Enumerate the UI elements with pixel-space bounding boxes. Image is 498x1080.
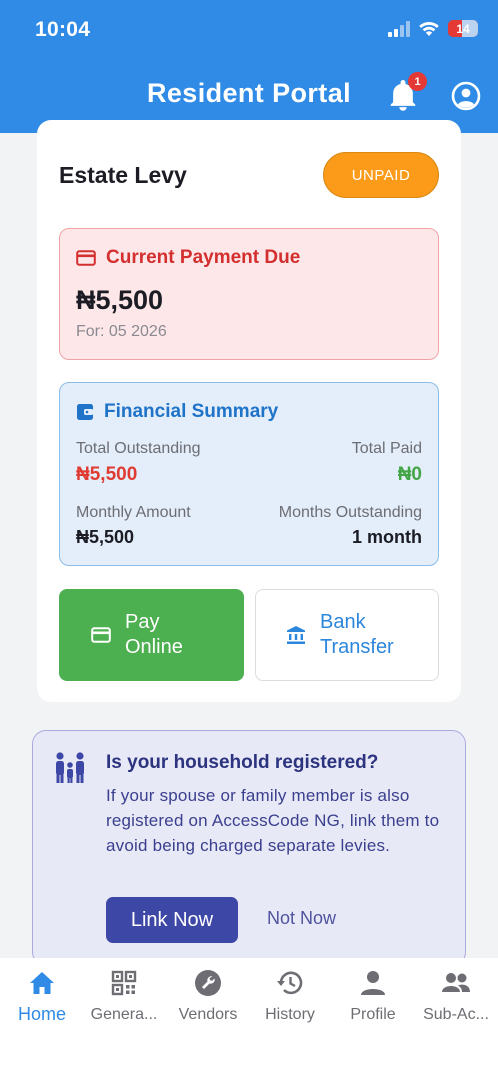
person-icon [361,971,385,995]
nav-label-history: History [265,1006,315,1023]
household-registration-card: Is your household registered? If your sp… [32,730,466,966]
household-title: Is your household registered? [106,752,379,773]
status-time: 10:04 [35,18,91,41]
status-icons: 14 [388,20,478,37]
levy-title: Estate Levy [59,162,187,188]
wallet-icon [77,404,93,420]
nav-item-generate[interactable]: Genera... [82,968,166,1024]
due-period-value: 05 2026 [108,323,167,340]
due-period-label: For: [76,323,109,340]
pay-online-label-line1: Pay [125,611,160,633]
financial-summary-box: Financial Summary Total Outstanding ₦5,5… [59,382,439,566]
estate-levy-card: Estate Levy UNPAID Current Payment Due ₦… [37,120,461,702]
group-icon [442,973,470,992]
status-bar: 10:04 14 [0,16,498,46]
nav-item-vendors[interactable]: Vendors [166,968,250,1024]
home-icon [30,972,54,994]
nav-label-profile: Profile [350,1006,396,1023]
battery-level: 14 [456,21,470,36]
app-header: 10:04 14 Resident Portal 1 [0,0,498,133]
total-paid-label: Total Paid [351,440,422,457]
pay-online-label-line2: Online [125,636,183,658]
nav-label-home: Home [17,1004,66,1024]
current-payment-due-heading: Current Payment Due [76,247,300,269]
nav-item-home[interactable]: Home [0,968,84,1025]
bank-transfer-button[interactable]: Bank Transfer [255,589,439,681]
notification-badge: 1 [408,72,427,91]
total-outstanding-value: ₦5,500 [76,464,138,485]
pay-online-button[interactable]: Pay Online [59,589,244,681]
nav-item-profile[interactable]: Profile [331,968,415,1024]
bottom-navigation: Home Genera... Vendors History Profile S… [0,958,498,1080]
battery-icon: 14 [448,20,478,37]
link-now-button[interactable]: Link Now [106,897,238,943]
account-circle-icon[interactable] [451,81,481,111]
bank-transfer-label-line2: Transfer [320,636,394,658]
credit-card-icon [76,250,96,266]
household-description: If your spouse or family member is also … [106,786,440,855]
signal-icon [388,20,410,37]
nav-item-history[interactable]: History [248,968,332,1024]
due-amount: ₦5,500 [76,285,164,315]
status-badge: UNPAID [323,152,439,198]
total-outstanding-label: Total Outstanding [76,440,201,457]
nav-item-sub-accounts[interactable]: Sub-Ac... [414,968,498,1024]
total-paid-value: ₦0 [397,464,422,485]
nav-label-generate: Genera... [90,1006,158,1023]
history-icon [277,971,303,995]
summary-heading-label: Financial Summary [104,401,279,422]
monthly-amount-label: Monthly Amount [76,504,191,521]
not-now-button[interactable]: Not Now [267,908,336,929]
credit-card-icon [91,627,111,643]
qr-code-icon [111,970,137,996]
wifi-icon [419,21,439,36]
current-payment-due-box: Current Payment Due ₦5,500 For: 05 2026 [59,228,439,360]
bank-transfer-label: Bank Transfer [320,610,394,660]
financial-summary-heading: Financial Summary [76,401,278,423]
monthly-amount-value: ₦5,500 [76,527,135,547]
pay-online-label: Pay Online [125,610,183,660]
months-outstanding-label: Months Outstanding [278,504,422,521]
wrench-icon [195,970,221,996]
nav-label-sub-accounts: Sub-Ac... [423,1006,489,1023]
due-heading-label: Current Payment Due [106,247,301,268]
bank-transfer-label-line1: Bank [320,611,366,633]
months-outstanding-value: 1 month [352,527,422,547]
nav-label-vendors: Vendors [178,1006,238,1023]
bank-icon [287,626,305,644]
due-period: For: 05 2026 [76,323,167,341]
family-icon [56,752,84,783]
